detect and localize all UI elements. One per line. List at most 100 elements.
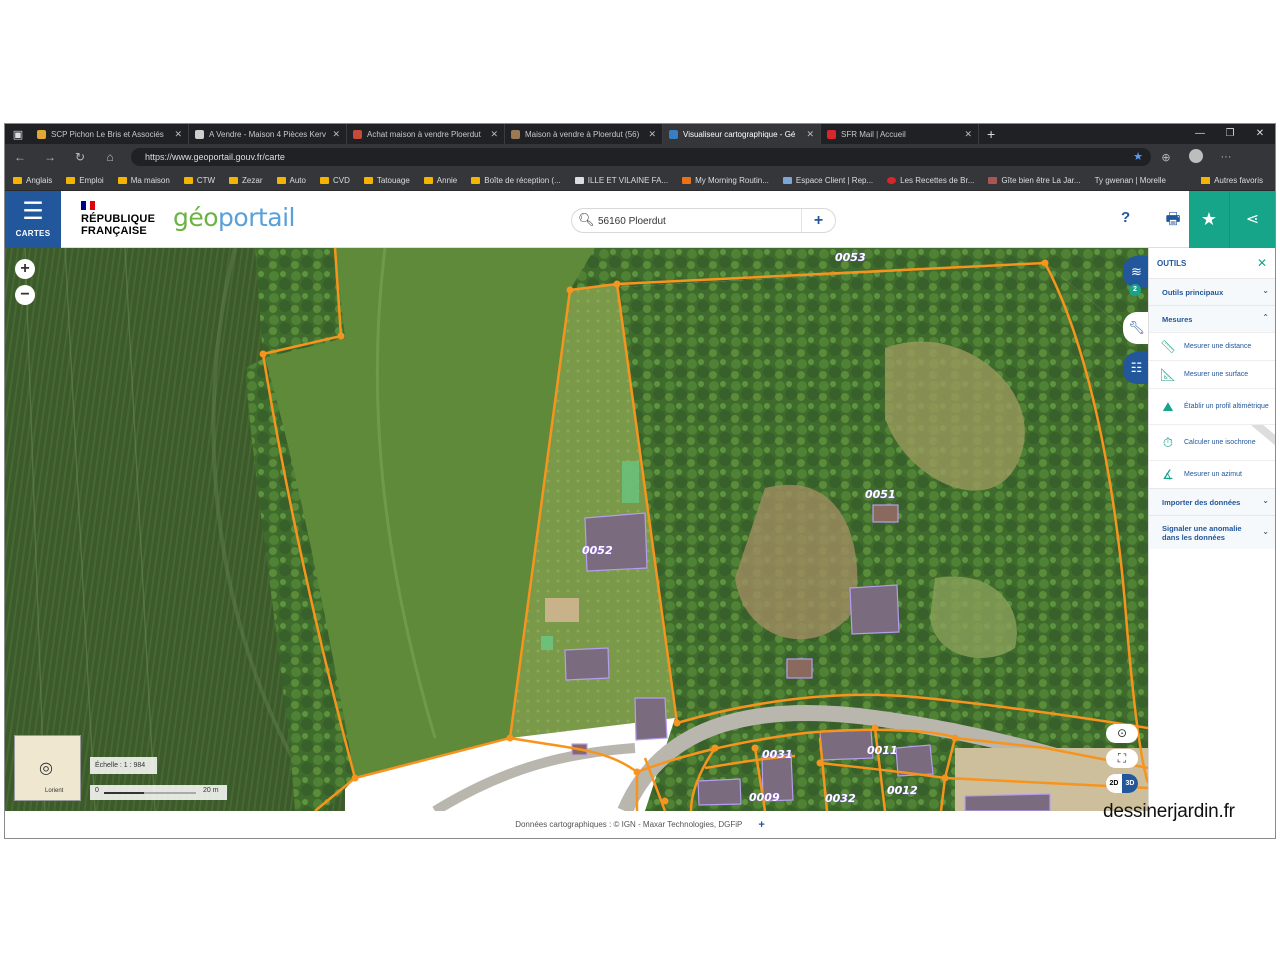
scale-ratio[interactable]: Échelle : 1 : 984 bbox=[90, 757, 157, 774]
url-field[interactable]: https://www.geoportail.gouv.fr/carte ★ bbox=[131, 148, 1151, 166]
republique-francaise-logo: RÉPUBLIQUE FRANÇAISE bbox=[81, 201, 171, 237]
bookmark-item[interactable]: CVD bbox=[319, 176, 350, 185]
share-icon[interactable]: ⋖ bbox=[1229, 191, 1275, 248]
tab-strip: ▣ SCP Pichon Le Bris et Associés ✕ A Vend… bbox=[5, 124, 1275, 144]
browser-tab[interactable]: SCP Pichon Le Bris et Associés ✕ bbox=[31, 124, 189, 144]
bookmarks-bar: Anglais Emploi Ma maison CTW Zezar Auto … bbox=[5, 170, 1275, 191]
attribution-bar: Données cartographiques : © IGN - Maxar … bbox=[5, 811, 1275, 838]
page-icon bbox=[988, 176, 998, 184]
tab-favicon-icon bbox=[827, 129, 836, 139]
print-icon[interactable]: 🖶︎ bbox=[1157, 191, 1189, 248]
tool-elevation-profile[interactable]: ⛰︎ Établir un profil altimétrique bbox=[1149, 388, 1275, 424]
bookmark-item[interactable]: ILLE ET VILAINE FA... bbox=[574, 176, 668, 185]
zoom-out-button[interactable]: − bbox=[15, 285, 35, 305]
tab-close-icon[interactable]: ✕ bbox=[964, 129, 972, 140]
tab-close-icon[interactable]: ✕ bbox=[648, 129, 656, 140]
browser-tab[interactable]: Maison à vendre à Ploerdut (56) ✕ bbox=[505, 124, 663, 144]
folder-icon bbox=[471, 176, 481, 184]
zoom-in-button[interactable]: + bbox=[15, 259, 35, 279]
bookmark-item[interactable]: Ma maison bbox=[117, 176, 170, 185]
view-2d-option[interactable]: 2D bbox=[1106, 774, 1122, 793]
new-tab-button[interactable]: + bbox=[979, 126, 1003, 142]
section-importer-donnees[interactable]: Importer des données ⌄ bbox=[1149, 488, 1275, 515]
geolocate-icon[interactable]: ⊙ bbox=[1106, 724, 1138, 743]
fullscreen-icon[interactable]: ⛶ bbox=[1106, 749, 1138, 768]
attribution-more-button[interactable]: + bbox=[758, 819, 764, 831]
browser-tab[interactable]: SFR Mail | Accueil ✕ bbox=[821, 124, 979, 144]
browser-tab[interactable]: A Vendre - Maison 4 Pièces Kerv ✕ bbox=[189, 124, 347, 144]
forward-icon[interactable]: → bbox=[35, 150, 65, 164]
folder-icon bbox=[1201, 177, 1211, 184]
extensions-icon[interactable]: ⊕ bbox=[1151, 151, 1181, 164]
geoportail-header: ☰ CARTES RÉPUBLIQUE FRANÇAISE géoportail… bbox=[5, 191, 1275, 248]
tab-close-icon[interactable]: ✕ bbox=[332, 129, 340, 140]
bookmark-item[interactable]: Boîte de réception (... bbox=[471, 176, 561, 185]
cartes-menu-button[interactable]: ☰ CARTES bbox=[5, 191, 61, 248]
folder-icon bbox=[229, 176, 239, 184]
search-input[interactable] bbox=[598, 213, 788, 229]
tab-title: SCP Pichon Le Bris et Associés bbox=[51, 129, 164, 139]
folder-icon bbox=[117, 176, 127, 184]
close-window-icon[interactable]: ✕ bbox=[1245, 124, 1275, 144]
bookmark-item[interactable]: Anglais bbox=[13, 176, 52, 185]
bookmark-item[interactable]: Gîte bien être La Jar... bbox=[988, 176, 1081, 185]
bookmark-item[interactable]: CTW bbox=[183, 176, 215, 185]
tab-close-icon[interactable]: ✕ bbox=[806, 129, 814, 140]
tools-panel: OUTILS ✕ Outils principaux ⌄ Mesures ⌃ 📏︎ M… bbox=[1148, 248, 1275, 811]
bookmark-item[interactable]: My Morning Routin... bbox=[682, 176, 769, 185]
advanced-search-button[interactable]: + bbox=[801, 209, 835, 232]
bookmark-item[interactable]: Ty gwenan | Morelle bbox=[1095, 176, 1166, 185]
tab-title: Maison à vendre à Ploerdut (56) bbox=[525, 129, 640, 139]
tab-actions-icon[interactable]: ▣ bbox=[5, 124, 31, 144]
section-mesures[interactable]: Mesures ⌃ bbox=[1149, 305, 1275, 332]
overview-minimap[interactable]: ◎ Lorient bbox=[14, 735, 81, 801]
more-menu-icon[interactable]: ··· bbox=[1211, 151, 1241, 163]
bookmark-item[interactable]: Annie bbox=[423, 176, 457, 185]
bookmark-star-icon[interactable]: ★ bbox=[1133, 148, 1143, 166]
parcel-label: 0009 bbox=[749, 791, 780, 804]
restore-icon[interactable]: ❐ bbox=[1215, 124, 1245, 144]
tools-wrench-icon[interactable]: 🔧︎ bbox=[1123, 312, 1148, 344]
tool-isochrone[interactable]: ⏱︎ Calculer une isochrone bbox=[1149, 424, 1275, 460]
bookmark-item[interactable]: Les Recettes de Br... bbox=[887, 176, 974, 185]
browser-tab-active[interactable]: Visualiseur cartographique - Gé ✕ bbox=[663, 124, 821, 144]
search-icon[interactable]: 🔍︎ bbox=[578, 212, 595, 228]
french-flag-icon bbox=[81, 201, 96, 210]
bookmark-item[interactable]: Tatouage bbox=[363, 176, 410, 185]
section-signaler-anomalie[interactable]: Signaler une anomalie dans les données ⌄ bbox=[1149, 515, 1275, 549]
section-outils-principaux[interactable]: Outils principaux ⌄ bbox=[1149, 278, 1275, 305]
view-2d-3d-toggle[interactable]: 2D 3D bbox=[1106, 774, 1138, 793]
locate-target-icon[interactable]: ◎ bbox=[39, 758, 53, 778]
help-button[interactable]: ? bbox=[1121, 209, 1130, 226]
profile-avatar[interactable] bbox=[1181, 148, 1211, 166]
tab-favicon-icon bbox=[353, 129, 362, 139]
minimize-icon[interactable]: — bbox=[1185, 124, 1215, 144]
close-icon[interactable]: ✕ bbox=[1257, 256, 1267, 270]
tab-close-icon[interactable]: ✕ bbox=[490, 129, 498, 140]
tool-azimuth[interactable]: ∡ Mesurer un azimut bbox=[1149, 460, 1275, 488]
parcel-label: 0052 bbox=[582, 544, 613, 557]
tab-close-icon[interactable]: ✕ bbox=[174, 129, 182, 140]
tool-measure-surface[interactable]: 📐︎ Mesurer une surface bbox=[1149, 360, 1275, 388]
address-bar-row: ← → ↻ ⌂ https://www.geoportail.gouv.fr/c… bbox=[5, 144, 1275, 170]
geoportail-logo[interactable]: géoportail bbox=[173, 203, 296, 232]
tool-measure-distance[interactable]: 📏︎ Mesurer une distance bbox=[1149, 332, 1275, 360]
legend-list-icon[interactable]: ☷ bbox=[1123, 352, 1148, 384]
back-icon[interactable]: ← bbox=[5, 150, 35, 164]
bookmark-item[interactable]: Auto bbox=[276, 176, 306, 185]
page-icon bbox=[887, 176, 897, 184]
browser-tab[interactable]: Achat maison à vendre Ploerdut ✕ bbox=[347, 124, 505, 144]
favorites-star-icon[interactable]: ★ bbox=[1189, 191, 1229, 248]
bookmark-item[interactable]: Zezar bbox=[229, 176, 263, 185]
search-bar: 🔍︎ + bbox=[571, 208, 836, 233]
hamburger-icon: ☰ bbox=[22, 198, 44, 225]
other-bookmarks[interactable]: Autres favoris bbox=[1201, 170, 1263, 191]
bookmark-item[interactable]: Emploi bbox=[66, 176, 104, 185]
home-icon[interactable]: ⌂ bbox=[95, 150, 125, 164]
profile-icon: ⛰︎ bbox=[1162, 398, 1174, 414]
aerial-map[interactable]: 0053 0052 0051 0031 0011 0009 0032 0012 bbox=[5, 248, 1148, 811]
parcel-label: 0031 bbox=[762, 748, 793, 761]
bookmark-item[interactable]: Espace Client | Rep... bbox=[782, 176, 873, 185]
map-viewport[interactable]: 0053 0052 0051 0031 0011 0009 0032 0012 … bbox=[5, 248, 1148, 811]
reload-icon[interactable]: ↻ bbox=[65, 150, 95, 164]
